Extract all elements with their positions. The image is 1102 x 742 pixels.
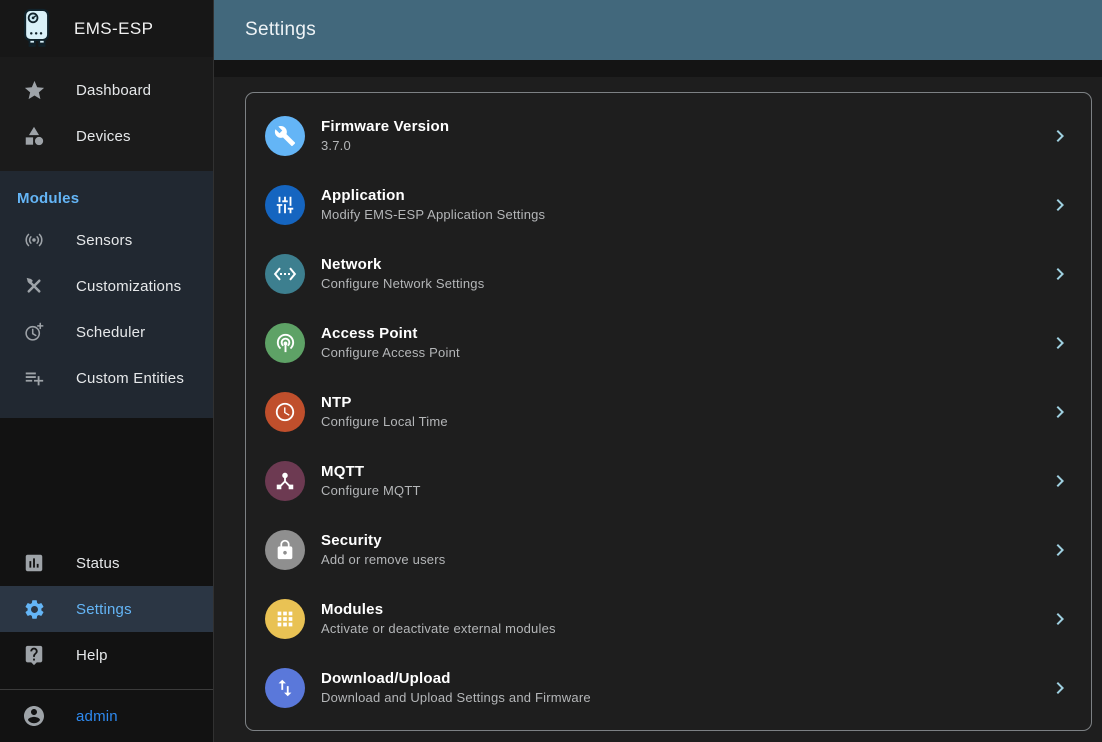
wifi-tethering-icon: [265, 323, 305, 363]
category-icon: [22, 124, 46, 148]
sidebar-item-status[interactable]: Status: [0, 540, 213, 586]
app-logo-block[interactable]: EMS-ESP: [0, 0, 213, 57]
sidebar-item-label: Scheduler: [76, 324, 145, 341]
construction-icon: [22, 274, 46, 298]
item-title: NTP: [321, 394, 1048, 411]
sidebar: EMS-ESP Dashboard Devices Modules: [0, 0, 214, 742]
sidebar-user[interactable]: admin: [0, 690, 213, 742]
sidebar-item-label: Devices: [76, 128, 131, 145]
sensors-icon: [22, 228, 46, 252]
item-subtitle: Download and Upload Settings and Firmwar…: [321, 690, 1048, 705]
settings-item-access-point[interactable]: Access Point Configure Access Point: [246, 308, 1091, 377]
modules-section-heading: Modules: [0, 179, 213, 217]
settings-ethernet-icon: [265, 254, 305, 294]
more-time-icon: [22, 320, 46, 344]
username-label: admin: [76, 708, 118, 725]
item-title: MQTT: [321, 463, 1048, 480]
gear-icon: [22, 597, 46, 621]
clock-icon: [265, 392, 305, 432]
sidebar-item-sensors[interactable]: Sensors: [0, 217, 213, 263]
sidebar-nav-top: Dashboard Devices: [0, 57, 213, 171]
chevron-right-icon: [1048, 400, 1072, 424]
sidebar-item-scheduler[interactable]: Scheduler: [0, 309, 213, 355]
item-subtitle: Activate or deactivate external modules: [321, 621, 1048, 636]
settings-item-mqtt[interactable]: MQTT Configure MQTT: [246, 446, 1091, 515]
chevron-right-icon: [1048, 538, 1072, 562]
settings-item-ntp[interactable]: NTP Configure Local Time: [246, 377, 1091, 446]
sidebar-item-label: Status: [76, 555, 120, 572]
sidebar-item-customizations[interactable]: Customizations: [0, 263, 213, 309]
sidebar-item-label: Customizations: [76, 278, 181, 295]
chevron-right-icon: [1048, 607, 1072, 631]
lock-icon: [265, 530, 305, 570]
chevron-right-icon: [1048, 676, 1072, 700]
page-title: Settings: [245, 19, 316, 41]
item-title: Download/Upload: [321, 670, 1048, 687]
settings-item-firmware-version[interactable]: Firmware Version 3.7.0: [246, 101, 1091, 170]
item-subtitle: 3.7.0: [321, 138, 1048, 153]
settings-card: Firmware Version 3.7.0 Application Modif…: [245, 92, 1092, 731]
assessment-icon: [22, 551, 46, 575]
appbar: Settings: [214, 0, 1102, 60]
settings-item-modules[interactable]: Modules Activate or deactivate external …: [246, 584, 1091, 653]
apps-icon: [265, 599, 305, 639]
app-title: EMS-ESP: [74, 19, 153, 39]
star-icon: [22, 78, 46, 102]
playlist-add-icon: [22, 366, 46, 390]
sidebar-item-label: Help: [76, 647, 108, 664]
chevron-right-icon: [1048, 469, 1072, 493]
import-export-icon: [265, 668, 305, 708]
chevron-right-icon: [1048, 262, 1072, 286]
settings-item-security[interactable]: Security Add or remove users: [246, 515, 1091, 584]
sidebar-item-help[interactable]: Help: [0, 632, 213, 678]
account-circle-icon: [22, 704, 46, 728]
item-subtitle: Add or remove users: [321, 552, 1048, 567]
sidebar-item-devices[interactable]: Devices: [0, 113, 213, 159]
settings-item-network[interactable]: Network Configure Network Settings: [246, 239, 1091, 308]
chevron-right-icon: [1048, 124, 1072, 148]
device-hub-icon: [265, 461, 305, 501]
item-title: Firmware Version: [321, 118, 1048, 135]
sidebar-modules-section: Modules Sensors: [0, 171, 213, 418]
content-area: Firmware Version 3.7.0 Application Modif…: [214, 77, 1102, 742]
item-subtitle: Configure MQTT: [321, 483, 1048, 498]
sidebar-item-label: Custom Entities: [76, 370, 184, 387]
item-subtitle: Configure Access Point: [321, 345, 1048, 360]
wrench-icon: [265, 116, 305, 156]
item-subtitle: Configure Local Time: [321, 414, 1048, 429]
item-title: Modules: [321, 601, 1048, 618]
sidebar-spacer: [0, 418, 213, 540]
item-subtitle: Modify EMS-ESP Application Settings: [321, 207, 1048, 222]
chevron-right-icon: [1048, 193, 1072, 217]
sidebar-item-label: Settings: [76, 601, 132, 618]
app-root: EMS-ESP Dashboard Devices Modules: [0, 0, 1102, 742]
boiler-logo-icon: [18, 7, 57, 50]
settings-item-application[interactable]: Application Modify EMS-ESP Application S…: [246, 170, 1091, 239]
tune-icon: [265, 185, 305, 225]
sidebar-item-label: Dashboard: [76, 82, 151, 99]
sidebar-item-custom-entities[interactable]: Custom Entities: [0, 355, 213, 401]
item-title: Security: [321, 532, 1048, 549]
settings-item-download-upload[interactable]: Download/Upload Download and Upload Sett…: [246, 653, 1091, 722]
sidebar-item-dashboard[interactable]: Dashboard: [0, 67, 213, 113]
appbar-shadow-strip: [214, 60, 1102, 77]
item-title: Access Point: [321, 325, 1048, 342]
sidebar-item-label: Sensors: [76, 232, 132, 249]
item-subtitle: Configure Network Settings: [321, 276, 1048, 291]
sidebar-item-settings[interactable]: Settings: [0, 586, 213, 632]
help-icon: [22, 643, 46, 667]
item-title: Network: [321, 256, 1048, 273]
sidebar-nav-bottom: Status Settings Help: [0, 540, 213, 678]
main-area: Settings Firmware Version 3.7.0: [214, 0, 1102, 742]
item-title: Application: [321, 187, 1048, 204]
chevron-right-icon: [1048, 331, 1072, 355]
